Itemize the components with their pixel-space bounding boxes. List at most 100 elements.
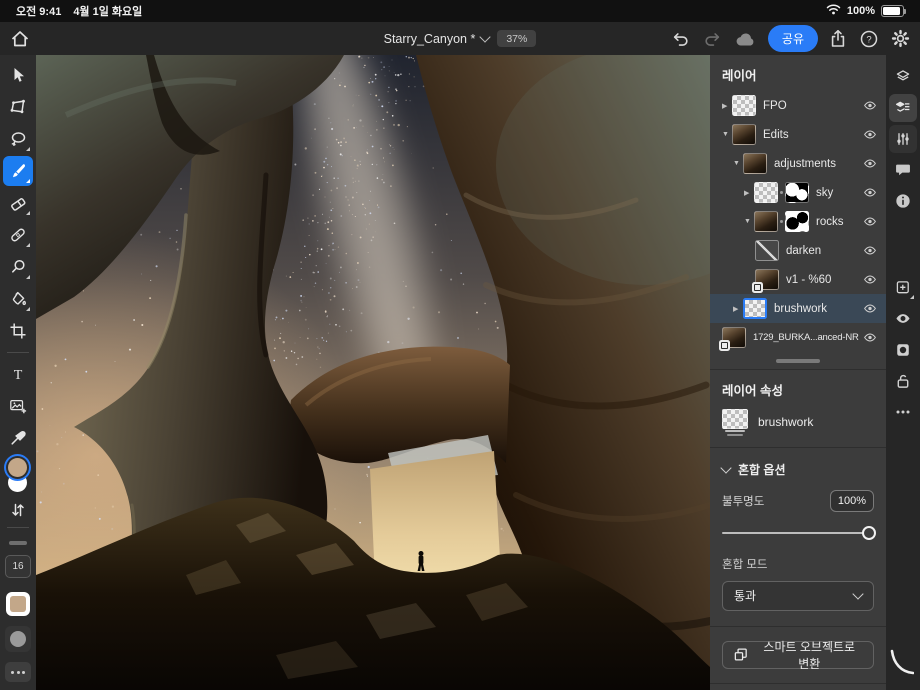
layer-properties-button[interactable] bbox=[889, 93, 917, 122]
add-layer-button[interactable] bbox=[889, 274, 917, 302]
group-thumbnail bbox=[722, 408, 748, 436]
brush-color-preview[interactable] bbox=[6, 592, 30, 616]
swap-colors-button[interactable] bbox=[3, 499, 33, 521]
layer-row[interactable]: 1729_BURKA...anced-NR33 bbox=[710, 323, 886, 352]
battery-icon bbox=[881, 5, 906, 17]
opacity-value[interactable]: 100% bbox=[829, 489, 874, 512]
disclosure-triangle[interactable]: ▼ bbox=[722, 131, 732, 138]
lasso-tool[interactable] bbox=[3, 124, 33, 154]
tool-bar: T 16 bbox=[0, 55, 36, 690]
adjustments-button[interactable] bbox=[889, 124, 917, 153]
add-mask-button[interactable] bbox=[889, 336, 917, 364]
blend-mode-dropdown[interactable]: 통과 bbox=[722, 580, 874, 611]
layer-thumbnail bbox=[743, 298, 767, 319]
disclosure-triangle[interactable]: ▶ bbox=[733, 305, 743, 313]
layer-row[interactable]: ▶ FPO bbox=[710, 91, 886, 120]
visibility-eye-icon[interactable] bbox=[859, 303, 886, 314]
document-title[interactable]: Starry_Canyon * bbox=[384, 30, 492, 46]
place-photo-tool[interactable] bbox=[3, 391, 33, 421]
disclosure-triangle[interactable]: ▼ bbox=[744, 218, 754, 225]
info-button[interactable] bbox=[889, 187, 917, 215]
transform-tool[interactable] bbox=[3, 92, 33, 122]
layer-row[interactable]: ▶ sky bbox=[710, 178, 886, 207]
layer-mask-thumbnail bbox=[785, 182, 809, 203]
layers-panel-title: 레이어 bbox=[722, 69, 757, 83]
disclosure-triangle[interactable]: ▼ bbox=[733, 160, 743, 167]
tool-more-button[interactable] bbox=[5, 662, 31, 682]
comments-button[interactable] bbox=[889, 156, 917, 184]
layer-row[interactable]: ▶ brushwork bbox=[710, 294, 886, 323]
slider-knob[interactable] bbox=[862, 525, 876, 540]
type-tool[interactable]: T bbox=[3, 359, 33, 389]
visibility-eye-icon[interactable] bbox=[859, 274, 886, 285]
layer-list: ▶ FPO ▼ Edits ▼ adjustments ▶ sky ▼ rocks darken v1… bbox=[710, 91, 886, 352]
export-button[interactable] bbox=[827, 27, 849, 50]
layer-row[interactable]: v1 - %60 bbox=[710, 265, 886, 294]
crop-tool[interactable] bbox=[3, 316, 33, 346]
visibility-eye-icon[interactable] bbox=[859, 158, 886, 169]
app-header: Starry_Canyon * 37% 공유 ? bbox=[0, 22, 920, 55]
slider-track bbox=[722, 531, 872, 534]
more-options-button[interactable] bbox=[889, 398, 917, 426]
zoom-level-badge[interactable]: 37% bbox=[497, 30, 537, 47]
visibility-eye-icon[interactable] bbox=[859, 332, 886, 343]
foreground-color-swatch[interactable] bbox=[8, 458, 27, 477]
layer-row[interactable]: ▼ rocks bbox=[710, 207, 886, 236]
layer-name: brushwork bbox=[774, 302, 828, 315]
visibility-eye-icon[interactable] bbox=[859, 245, 886, 256]
undo-button[interactable] bbox=[669, 28, 692, 49]
opacity-slider[interactable] bbox=[722, 525, 876, 540]
color-swatches[interactable] bbox=[3, 458, 33, 494]
effects-section[interactable]: 효과 bbox=[710, 684, 886, 690]
smart-object-icon bbox=[734, 648, 747, 661]
layers-view-button[interactable] bbox=[889, 63, 917, 91]
brush-opacity-preview[interactable] bbox=[5, 626, 31, 652]
layer-visibility-button[interactable] bbox=[889, 305, 917, 333]
layers-panel: 레이어 ▶ FPO ▼ Edits ▼ adjustments ▶ sky ▼ rocks dark… bbox=[710, 55, 886, 690]
visibility-eye-icon[interactable] bbox=[859, 187, 886, 198]
cloud-sync-icon bbox=[733, 29, 759, 49]
subtool-indicator bbox=[26, 211, 30, 215]
share-button[interactable]: 공유 bbox=[767, 25, 818, 52]
settings-gear-button[interactable] bbox=[889, 27, 912, 50]
move-tool[interactable] bbox=[3, 60, 33, 90]
fill-tool[interactable] bbox=[3, 284, 33, 314]
layer-thumbnail bbox=[743, 153, 767, 174]
blend-options-section[interactable]: 혼합 옵션 bbox=[710, 448, 886, 488]
tool-options-handle[interactable] bbox=[9, 541, 27, 545]
toolbar-divider bbox=[7, 352, 29, 353]
mask-link-icon bbox=[780, 220, 783, 223]
eraser-tool[interactable] bbox=[3, 188, 33, 218]
brush-size-value[interactable]: 16 bbox=[5, 555, 31, 578]
selected-layer-name: brushwork bbox=[758, 415, 814, 429]
divider bbox=[710, 625, 886, 627]
clone-stamp-tool[interactable] bbox=[3, 252, 33, 282]
disclosure-triangle[interactable]: ▶ bbox=[744, 189, 754, 197]
home-button[interactable] bbox=[8, 27, 32, 51]
redo-button[interactable] bbox=[701, 28, 724, 49]
help-button[interactable]: ? bbox=[858, 28, 880, 50]
toolbar-divider bbox=[7, 527, 29, 528]
lock-layer-button[interactable] bbox=[889, 367, 917, 395]
visibility-eye-icon[interactable] bbox=[859, 129, 886, 140]
layer-row[interactable]: darken bbox=[710, 236, 886, 265]
battery-percent: 100% bbox=[846, 5, 875, 17]
panel-resize-handle[interactable] bbox=[776, 359, 820, 363]
subtool-indicator bbox=[26, 243, 30, 247]
disclosure-triangle[interactable]: ▶ bbox=[722, 102, 732, 110]
eyedropper-tool[interactable] bbox=[3, 423, 33, 453]
layer-row[interactable]: ▼ Edits bbox=[710, 120, 886, 149]
status-time: 오전 9:41 bbox=[16, 6, 62, 18]
layer-name: v1 - %60 bbox=[786, 273, 832, 286]
layer-row[interactable]: ▼ adjustments bbox=[710, 149, 886, 178]
healing-brush-tool[interactable] bbox=[3, 220, 33, 250]
brush-tool[interactable] bbox=[3, 156, 33, 186]
subtool-indicator bbox=[26, 275, 30, 279]
visibility-eye-icon[interactable] bbox=[859, 216, 886, 227]
layer-name: darken bbox=[786, 244, 822, 257]
visibility-eye-icon[interactable] bbox=[859, 100, 886, 111]
document-canvas[interactable] bbox=[0, 0, 796, 690]
layer-thumbnail bbox=[752, 269, 779, 293]
layer-name: 1729_BURKA...anced-NR33 bbox=[753, 332, 859, 343]
convert-smart-object-button[interactable]: 스마트 오브젝트로 변환 bbox=[722, 640, 874, 671]
